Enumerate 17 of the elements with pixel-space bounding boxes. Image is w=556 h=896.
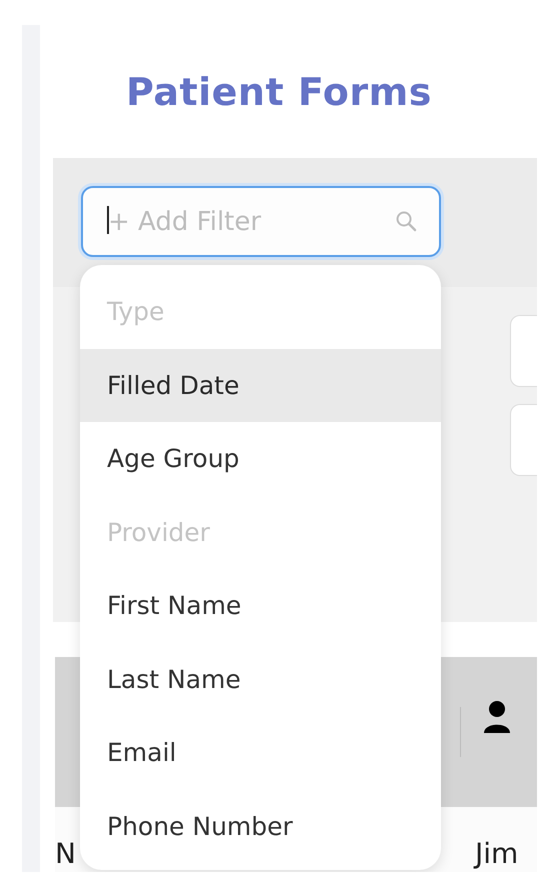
table-cell: N [55,837,76,870]
input-box[interactable] [510,315,537,387]
menu-item[interactable]: Email [80,716,441,790]
menu-item[interactable]: Phone Number [80,790,441,863]
menu-item[interactable]: Filled Date [80,348,441,422]
menu-item[interactable]: Age Group [80,422,441,496]
table-cell: Jim [475,837,518,870]
menu-item[interactable]: First Name [80,569,441,642]
text-cursor [107,206,109,234]
person-icon [483,700,511,734]
page-title: Patient Forms [126,70,432,114]
input-box[interactable] [510,404,537,476]
menu-item: Type [106,296,166,328]
search-icon [395,210,417,232]
menu-item: Provider [106,516,211,549]
filter-field[interactable]: + Add Filter [81,186,441,257]
menu-item[interactable]: Last Name [80,642,441,716]
